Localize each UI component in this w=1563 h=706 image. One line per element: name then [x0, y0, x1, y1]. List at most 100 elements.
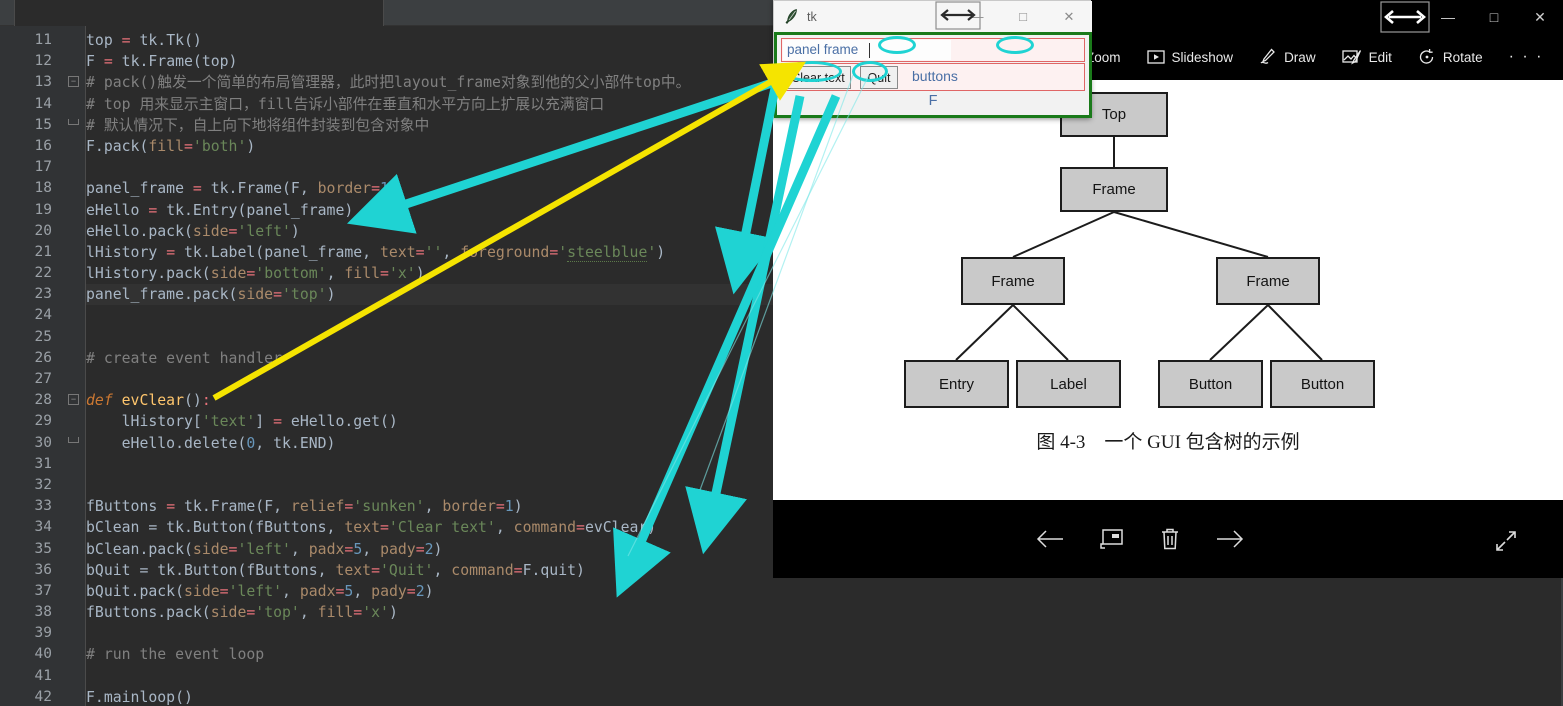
code-token: ) [513, 498, 523, 516]
code-token: ) [656, 243, 666, 261]
line-number-gutter: 11 12 13 14 15 16 17 18 19 20 21 22 23 24 25 26 27 28 29 30… [0, 26, 62, 706]
toolbar-label: · · · [1508, 48, 1544, 65]
code-token: F.quit) [522, 561, 585, 579]
code-token: = [406, 582, 416, 600]
code-token: = [148, 201, 167, 219]
code-token: 'text' [201, 413, 256, 431]
photos-bottom-icons [1035, 527, 1245, 551]
previous-icon[interactable] [1035, 527, 1065, 551]
code-token: 'left' [237, 540, 291, 558]
tk-frame-annotation-label: F [928, 93, 938, 109]
code-token: = [344, 498, 354, 516]
code-token: side [210, 604, 247, 622]
toolbar-edit-button[interactable]: Edit [1329, 34, 1405, 80]
diagram-node-frame: Frame [1060, 167, 1168, 212]
tk-maximize-button[interactable]: □ [1000, 1, 1046, 32]
code-token: , tk.END) [255, 434, 336, 452]
code-token: text [380, 243, 416, 261]
code-token: fButtons.pack( [86, 604, 211, 622]
maximize-button[interactable]: □ [1471, 0, 1517, 34]
code-token: ) [326, 286, 336, 304]
tk-entry-text: panel frame [787, 42, 859, 57]
diagram-node-button: Button [1158, 360, 1263, 408]
line-number: 34 [34, 519, 52, 536]
toolbar-slideshow-button[interactable]: Slideshow [1134, 34, 1247, 80]
code-token: command [451, 561, 514, 579]
close-button[interactable]: ✕ [1517, 0, 1563, 34]
rotate-icon [1418, 48, 1436, 66]
photos-image-canvas: Top Frame Frame Frame Entry Label Button Button… [773, 80, 1563, 500]
next-icon[interactable] [1215, 527, 1245, 551]
diagram-node-frame: Frame [961, 257, 1065, 305]
tk-clear-text-button[interactable]: Clear text [785, 66, 851, 89]
fold-collapse-icon[interactable]: − [68, 76, 79, 88]
minimize-button[interactable]: — [1425, 0, 1471, 34]
code-token: side [210, 265, 247, 283]
code-token: , [424, 498, 443, 516]
fold-end-icon[interactable] [68, 118, 79, 125]
code-token: eHello.delete( [86, 434, 247, 452]
code-line[interactable]: F.mainloop() [86, 687, 1563, 706]
code-token: side [237, 286, 274, 304]
toolbar-label: Slideshow [1171, 49, 1234, 65]
code-token: = [273, 286, 283, 304]
code-token: = [166, 498, 185, 516]
code-token: ] [255, 413, 274, 431]
line-number: 32 [34, 476, 52, 493]
code-token: bQuit.pack( [86, 582, 184, 600]
line-number: 16 [34, 137, 52, 154]
code-token: border [317, 180, 372, 198]
tk-minimize-button[interactable]: — [954, 1, 1000, 32]
toolbar-draw-button[interactable]: Draw [1246, 34, 1329, 80]
tk-entry-widget[interactable]: panel frame [783, 40, 951, 60]
line-number: 38 [34, 604, 52, 621]
tk-entry-caret [869, 43, 870, 58]
code-line[interactable]: bQuit.pack(side='left', padx=5, pady=2) [86, 581, 1563, 602]
code-token: panel_frame.pack( [86, 286, 238, 304]
code-token: lHistory.pack( [86, 265, 211, 283]
toolbar-label: Draw [1284, 49, 1316, 65]
code-token: 'left' [237, 222, 291, 240]
editor-tab[interactable] [14, 0, 384, 26]
toolbar-rotate-button[interactable]: Rotate [1405, 34, 1496, 80]
code-token: # run the event loop [86, 646, 265, 664]
fold-end-icon[interactable] [68, 436, 79, 443]
compare-icon[interactable] [1099, 528, 1125, 550]
code-token: tk.Frame(top) [121, 53, 238, 71]
code-token: side [192, 540, 229, 558]
line-number: 18 [34, 180, 52, 197]
tk-quit-button[interactable]: Quit [860, 66, 898, 89]
code-token: 'Clear text' [388, 519, 496, 537]
code-line[interactable]: fButtons.pack(side='top', fill='x') [86, 602, 1563, 623]
slideshow-icon [1146, 49, 1165, 65]
code-token: , [433, 561, 452, 579]
code-token: 5 [353, 540, 363, 558]
delete-icon[interactable] [1159, 527, 1181, 551]
line-number: 17 [34, 159, 52, 176]
code-line[interactable] [86, 666, 1563, 687]
fold-collapse-icon[interactable]: − [68, 394, 79, 406]
code-line[interactable]: # run the event loop [86, 644, 1563, 665]
code-line[interactable] [86, 623, 1563, 644]
expand-icon[interactable] [1493, 528, 1519, 559]
code-token: fill [317, 604, 354, 622]
code-token: lHistory[ [86, 413, 202, 431]
tk-title-bar: tk — □ ✕ [774, 1, 1092, 32]
line-number: 19 [34, 201, 52, 218]
code-token: = [380, 519, 389, 537]
line-number: 23 [34, 286, 52, 303]
code-token: 'Quit' [380, 561, 434, 579]
tk-close-button[interactable]: ✕ [1046, 1, 1092, 32]
code-token: ) [424, 582, 434, 600]
line-number: 29 [34, 413, 52, 430]
code-token: 'sunken' [353, 498, 425, 516]
toolbar-more-button[interactable]: · · · [1496, 34, 1557, 80]
code-token: 'x' [362, 604, 389, 622]
code-fold-column[interactable]: − − [62, 26, 86, 706]
line-number: 22 [34, 265, 52, 282]
code-token: , [299, 604, 318, 622]
toolbar-label: Edit [1368, 49, 1392, 65]
edit-icon [1341, 49, 1362, 66]
code-token: ) [290, 222, 300, 240]
line-number: 14 [34, 95, 52, 112]
